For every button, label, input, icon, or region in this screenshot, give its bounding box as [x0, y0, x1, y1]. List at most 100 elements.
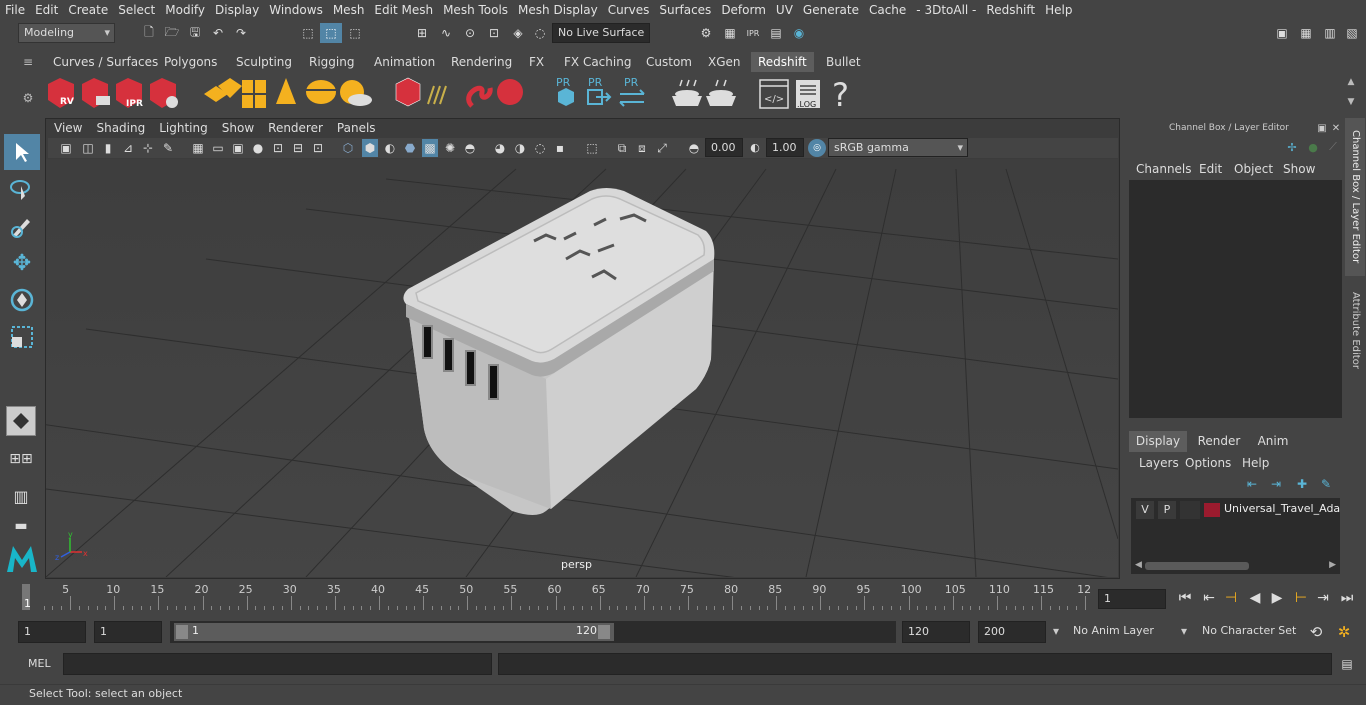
redshift-script-icon[interactable]: </> [759, 79, 789, 109]
chevron-down-icon[interactable]: ▾ [1178, 624, 1190, 638]
layout-four-icon[interactable]: ⊞⊞ [6, 444, 36, 474]
menu-edit-mesh[interactable]: Edit Mesh [369, 0, 438, 20]
layer-playback-toggle[interactable]: P [1158, 501, 1176, 519]
range-start-handle[interactable] [176, 625, 188, 639]
resolution-gate-icon[interactable]: ▣ [230, 139, 246, 157]
layer-tab-anim[interactable]: Anim [1250, 431, 1296, 452]
rotate-tool-icon[interactable] [6, 284, 38, 316]
redshift-pr-swap-icon[interactable]: PR [619, 76, 645, 107]
menu-create[interactable]: Create [63, 0, 113, 20]
end-time-field[interactable]: 120 [902, 621, 970, 643]
depth-of-field-icon[interactable]: ▪ [552, 139, 568, 157]
component-icon[interactable]: ⤢ [654, 139, 670, 157]
side-tab-channel-box[interactable]: Channel Box / Layer Editor [1345, 118, 1365, 276]
lights-icon[interactable]: ✺ [442, 139, 458, 157]
redshift-bake-icon[interactable] [672, 79, 702, 106]
menu-mesh-display[interactable]: Mesh Display [513, 0, 603, 20]
anim-layer-select[interactable]: No Anim Layer [1068, 621, 1176, 643]
isolate-select-icon[interactable]: ⬚ [584, 139, 600, 157]
menu--3dtoall-[interactable]: - 3DtoAll - [911, 0, 981, 20]
viewport-menu-panels[interactable]: Panels [337, 121, 376, 135]
menu-curves[interactable]: Curves [603, 0, 655, 20]
go-to-start-icon[interactable]: ⏮ [1176, 589, 1194, 607]
chevron-down-icon[interactable]: ▾ [1050, 624, 1062, 638]
panel-layout-icon[interactable]: ▦ [1296, 23, 1316, 43]
safe-title-icon[interactable]: ⊡ [310, 139, 326, 157]
layer-menu-layers[interactable]: Layers [1139, 456, 1179, 470]
grid-2d-icon[interactable]: ⊹ [140, 139, 156, 157]
hypershade-icon[interactable]: ◉ [789, 23, 809, 43]
layer-color-swatch[interactable] [1204, 503, 1220, 517]
layer-tab-render[interactable]: Render [1191, 431, 1247, 452]
color-management-icon[interactable]: ◎ [808, 139, 826, 157]
xray-joints-icon[interactable]: ⧉ [614, 139, 630, 157]
speed-icon[interactable]: ● [1306, 140, 1320, 154]
mode-selector[interactable]: Modeling ▾ [18, 23, 115, 43]
anim-start-field[interactable]: 1 [94, 621, 162, 643]
select-hierarchy-icon[interactable]: ⬚ [298, 23, 318, 43]
paint-select-tool-icon[interactable] [6, 210, 38, 242]
channel-box-menu-edit[interactable]: Edit [1199, 162, 1222, 176]
shelf-tab-xgen[interactable]: XGen [701, 52, 748, 72]
open-scene-icon[interactable]: 🗁 [163, 24, 181, 42]
ambient-occlusion-icon[interactable]: ◕ [492, 139, 508, 157]
bookmark-icon[interactable]: ▮ [100, 139, 116, 157]
channel-box-list[interactable] [1129, 180, 1342, 418]
snap-surface-icon[interactable]: ◈ [508, 23, 528, 43]
layer-type-toggle[interactable] [1180, 501, 1200, 519]
hyper-icon[interactable]: ⟋ [1326, 140, 1340, 154]
shelf-tab-fx[interactable]: FX [522, 52, 551, 72]
image-plane-icon[interactable]: ⊿ [120, 139, 136, 157]
lasso-tool-icon[interactable] [6, 173, 38, 205]
layer-scrollbar[interactable]: ◀ ▶ [1133, 560, 1338, 572]
redshift-spot-light-icon[interactable] [276, 78, 296, 104]
redshift-pr-mesh-icon[interactable]: PR [556, 76, 574, 106]
preferences-icon[interactable]: ✲ [1334, 622, 1354, 642]
menu-mesh[interactable]: Mesh [328, 0, 370, 20]
layer-visibility-toggle[interactable]: V [1136, 501, 1154, 519]
redshift-batch-render-icon[interactable] [82, 78, 110, 108]
redshift-dome-light-icon[interactable] [340, 80, 372, 106]
pan-zoom-icon[interactable]: ✎ [160, 139, 176, 157]
shelf-tab-curves-surfaces[interactable]: Curves / Surfaces [46, 52, 165, 72]
camera-attributes-icon[interactable]: ◫ [80, 139, 96, 157]
film-gate-icon[interactable]: ▭ [210, 139, 226, 157]
new-empty-layer-icon[interactable]: ✚ [1294, 477, 1310, 491]
menu-file[interactable]: File [0, 0, 30, 20]
snap-grid-icon[interactable]: ⊞ [412, 23, 432, 43]
render-settings-icon[interactable]: ⚙ [696, 23, 716, 43]
layout-outliner-icon[interactable]: ▬ [6, 517, 36, 535]
shelf-tab-animation[interactable]: Animation [367, 52, 442, 72]
gate-mask-icon[interactable]: ● [250, 139, 266, 157]
redshift-proxy-icon[interactable] [395, 77, 421, 107]
shadows-icon[interactable]: ◓ [462, 139, 478, 157]
new-scene-icon[interactable]: 🗋 [140, 24, 158, 42]
redshift-volume-icon[interactable] [427, 85, 447, 105]
viewport-menu-shading[interactable]: Shading [96, 121, 145, 135]
menu-cache[interactable]: Cache [864, 0, 911, 20]
wireframe-icon[interactable]: ⬡ [340, 139, 356, 157]
channel-box-menu-show[interactable]: Show [1283, 162, 1315, 176]
step-forward-key-icon[interactable]: ⇥ [1314, 589, 1332, 607]
redshift-sphere-icon[interactable] [497, 79, 523, 105]
gamma-icon[interactable]: ◐ [748, 140, 762, 154]
redshift-ipr-icon[interactable]: IPR [116, 78, 143, 109]
menu-modify[interactable]: Modify [160, 0, 210, 20]
anim-end-field[interactable]: 200 [978, 621, 1046, 643]
shelf-scroll-down-icon[interactable]: ▼ [1344, 96, 1358, 108]
menu-edit[interactable]: Edit [30, 0, 63, 20]
save-scene-icon[interactable]: 🖫 [186, 24, 204, 42]
menu-help[interactable]: Help [1040, 0, 1077, 20]
select-object-icon[interactable]: ⬚ [320, 23, 342, 43]
float-panel-icon[interactable]: ▣ [1316, 122, 1328, 134]
shelf-tab-rendering[interactable]: Rendering [444, 52, 519, 72]
new-layer-selected-icon[interactable]: ✎ [1318, 477, 1334, 491]
current-frame-field[interactable]: 1 [1098, 589, 1166, 609]
shelf-tab-polygons[interactable]: Polygons [157, 52, 224, 72]
exposure-icon[interactable]: ◓ [686, 139, 702, 157]
render-view-icon[interactable]: ▦ [720, 23, 740, 43]
redo-icon[interactable]: ↷ [232, 24, 250, 42]
menu-deform[interactable]: Deform [716, 0, 771, 20]
redshift-render-rv-icon[interactable]: RV [48, 78, 74, 108]
channel-box-menu-object[interactable]: Object [1234, 162, 1273, 176]
